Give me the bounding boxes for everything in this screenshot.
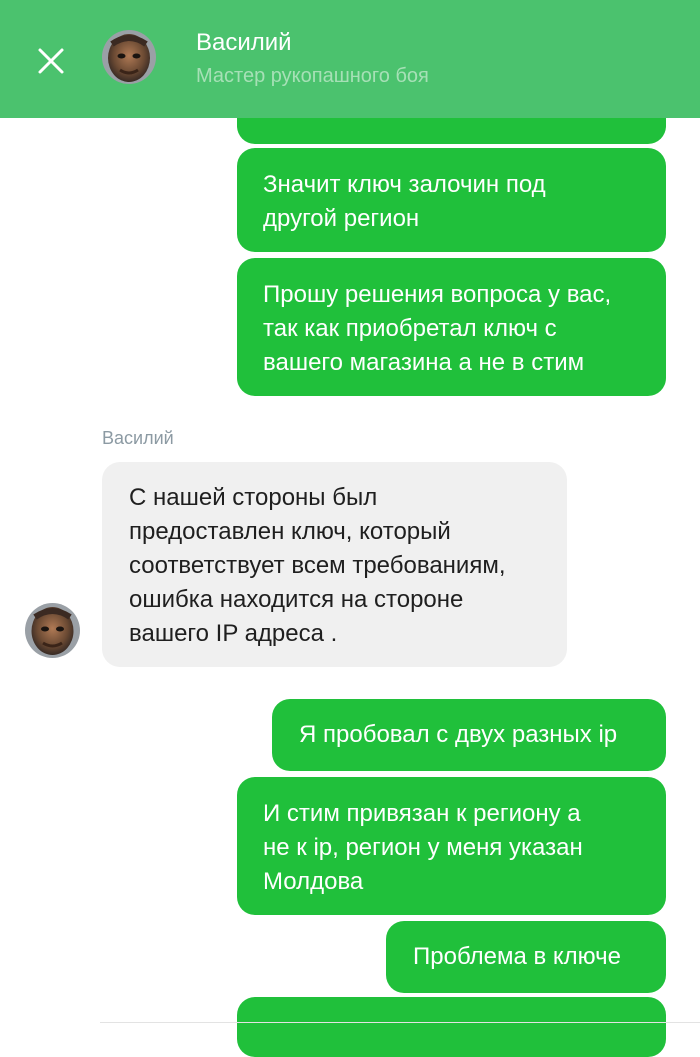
close-icon (38, 48, 64, 74)
message-bubble-outgoing[interactable]: И стим привязан к региону а не к ip, рег… (237, 777, 666, 915)
message-text: Я пробовал с двух разных ip (299, 721, 618, 748)
message-text: С нашей стороны был предоставлен ключ, к… (129, 484, 506, 647)
sender-avatar[interactable] (25, 603, 80, 658)
message-bubble-outgoing[interactable]: Прошу решения вопроса у вас, так как при… (237, 258, 666, 396)
chat-header: Василий Мастер рукопашного боя (0, 0, 700, 118)
message-text: И стим привязан к региону а не к ip, рег… (263, 800, 583, 895)
message-text: Проблема в ключе (413, 943, 621, 970)
message-text: Значит ключ залочин под другой регион (263, 171, 546, 232)
composer-divider (100, 1022, 700, 1023)
message-bubble-outgoing[interactable]: Значит ключ залочин под другой регион (237, 148, 666, 252)
avatar[interactable] (102, 30, 156, 84)
message-bubble-outgoing[interactable]: Я пробовал с двух разных ip (272, 699, 666, 771)
sender-name-label: Василий (102, 428, 174, 448)
message-bubble-incoming[interactable]: С нашей стороны был предоставлен ключ, к… (102, 462, 567, 667)
close-button[interactable] (30, 40, 72, 82)
contact-name: Василий (196, 29, 292, 56)
contact-subtitle: Мастер рукопашного боя (196, 65, 429, 87)
message-text: Прошу решения вопроса у вас, так как при… (263, 281, 612, 376)
message-bubble-outgoing[interactable]: Проблема в ключе (386, 921, 666, 993)
message-bubble-partial-bottom (237, 997, 666, 1057)
